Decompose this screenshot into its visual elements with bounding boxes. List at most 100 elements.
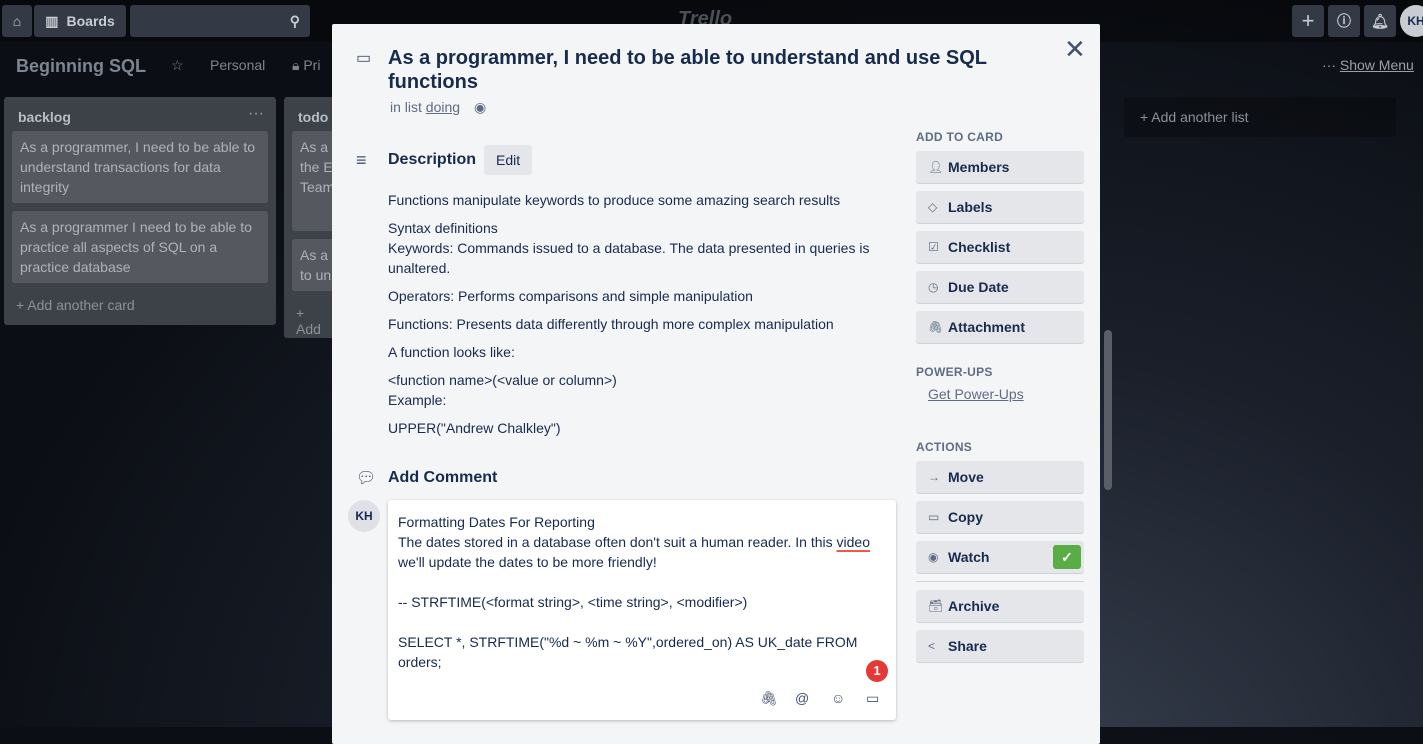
in-list-prefix: in list (390, 99, 422, 115)
home-icon: ⌂ (12, 13, 22, 29)
archive-button[interactable]: 🗃︎ Archive (916, 590, 1084, 622)
button-label: Members (948, 159, 1010, 175)
boards-button[interactable]: ▥ Boards (34, 5, 126, 37)
search-input[interactable]: ⚲ (130, 5, 310, 37)
team-button[interactable]: Personal (210, 57, 265, 73)
card-embed-icon[interactable]: ▭ (866, 688, 879, 708)
edit-description-button[interactable]: Edit (484, 145, 533, 175)
show-menu-button[interactable]: ··· Show Menu (1322, 57, 1414, 73)
plus-icon: + (1301, 8, 1315, 33)
show-menu-label: Show Menu (1339, 57, 1414, 73)
eye-icon: ◉ (928, 550, 939, 564)
actions-heading: ACTIONS (916, 440, 973, 454)
bell-icon: 🔔︎ (1371, 12, 1389, 29)
close-icon[interactable]: ✕ (1064, 34, 1086, 65)
list-backlog: backlog ··· As a programmer, I need to b… (4, 97, 276, 325)
list-card[interactable]: As a programmer, I need to be able to un… (12, 131, 268, 203)
description-paragraph: UPPER("Andrew Chalkley") (388, 420, 561, 436)
comment-input[interactable]: Formatting Dates For Reporting The dates… (388, 500, 896, 720)
card-detail-modal: ▭ As a programmer, I need to be able to … (332, 24, 1100, 744)
checklist-icon: ☑ (928, 240, 939, 254)
button-label: Checklist (948, 239, 1011, 255)
paperclip-icon: 🖇︎ (928, 320, 944, 334)
checklist-button[interactable]: ☑ Checklist (916, 231, 1084, 263)
arrow-right-icon: → (928, 470, 940, 484)
visibility-button[interactable]: 🔒︎ Pri (292, 57, 320, 74)
button-label: Labels (948, 199, 993, 215)
home-button[interactable]: ⌂ (2, 5, 32, 37)
list-card[interactable]: As a the E Team (292, 131, 336, 231)
list-card[interactable]: As a to un (292, 239, 336, 291)
boards-label: Boards (66, 13, 115, 29)
more-icon: ··· (1322, 57, 1340, 73)
description-heading: Description (388, 151, 477, 168)
attachment-button[interactable]: 🖇︎ Attachment (916, 311, 1084, 343)
notification-badge: 1 (866, 660, 888, 682)
due-date-button[interactable]: ◷ Due Date (916, 271, 1084, 303)
list-menu-icon[interactable]: ··· (248, 105, 264, 123)
get-power-ups-link[interactable]: Get Power-Ups (916, 386, 1084, 402)
comment-line: Formatting Dates For Reporting (398, 514, 595, 530)
info-button[interactable]: ⓘ (1328, 5, 1360, 37)
list-card[interactable]: As a programmer I need to be able to pra… (12, 211, 268, 283)
watch-eye-icon: ◉ (473, 99, 487, 115)
button-label: Attachment (948, 319, 1026, 335)
button-label: Due Date (948, 279, 1009, 295)
comment-line: -- STRFTIME(<format string>, <time strin… (398, 594, 748, 610)
in-list-info: in list doing ◉ (390, 99, 486, 116)
divider (916, 581, 1084, 582)
watch-button[interactable]: ◉ Watch ✓ (916, 541, 1084, 573)
avatar[interactable]: KH (1400, 5, 1423, 37)
card-title[interactable]: As a programmer, I need to be able to un… (388, 46, 1028, 94)
list-link[interactable]: doing (426, 99, 460, 115)
attachment-icon[interactable]: 🖇︎ (760, 688, 778, 708)
board-title[interactable]: Beginning SQL (16, 56, 146, 77)
share-button[interactable]: < Share (916, 630, 1084, 662)
button-label: Move (948, 469, 984, 485)
search-icon: ⚲ (289, 12, 300, 29)
clock-icon: ◷ (928, 280, 939, 294)
card-icon: ▭ (928, 510, 940, 524)
comment-line: we'll update the dates to be more friend… (398, 554, 657, 570)
add-list-button[interactable]: + Add another list (1124, 97, 1396, 137)
comment-line: The dates stored in a database often don… (398, 534, 837, 550)
scrollbar[interactable] (1104, 330, 1112, 490)
description-icon: ≡ (356, 150, 367, 170)
comment-line: SELECT *, STRFTIME("%d ~ %m ~ %Y",ordere… (398, 634, 858, 670)
description-text[interactable]: Functions manipulate keywords to produce… (388, 190, 888, 446)
misspelled-word: video (836, 534, 870, 550)
create-button[interactable]: + (1292, 5, 1324, 37)
description-paragraph: Functions: Presents data differently thr… (388, 316, 834, 332)
card-icon: ▭ (356, 50, 372, 67)
person-icon: 👤︎ (928, 160, 944, 174)
emoji-icon[interactable]: ☺ (831, 688, 845, 708)
check-icon: ✓ (1053, 545, 1081, 569)
comment-icon: 💬︎ (356, 470, 377, 487)
label-icon: ◇ (928, 200, 938, 214)
button-label: Copy (948, 509, 983, 525)
copy-button[interactable]: ▭ Copy (916, 501, 1084, 533)
members-button[interactable]: 👤︎ Members (916, 151, 1084, 183)
info-icon: ⓘ (1337, 13, 1351, 29)
description-paragraph: A function looks like: (388, 344, 515, 360)
share-icon: < (928, 639, 936, 653)
description-paragraph: Functions manipulate keywords to produce… (388, 192, 841, 208)
button-label: Archive (948, 598, 1000, 614)
comment-line (398, 572, 886, 592)
mention-icon[interactable]: @ (795, 688, 809, 708)
labels-button[interactable]: ◇ Labels (916, 191, 1084, 223)
move-button[interactable]: → Move (916, 461, 1084, 493)
add-to-card-heading: ADD TO CARD (916, 130, 1004, 144)
description-paragraph: Operators: Performs comparisons and simp… (388, 288, 753, 304)
comment-line (398, 612, 886, 632)
list-title[interactable]: backlog (4, 97, 276, 131)
add-card-button[interactable]: + Add another card (4, 291, 276, 325)
comment-avatar: KH (348, 500, 380, 532)
notifications-button[interactable]: 🔔︎ (1364, 5, 1396, 37)
description-paragraph: <function name>(<value or column>) Examp… (388, 372, 617, 408)
button-label: Share (948, 638, 987, 654)
visibility-label: Pri (303, 57, 321, 73)
add-comment-heading: Add Comment (388, 469, 498, 486)
star-icon[interactable]: ☆ (171, 57, 184, 74)
description-paragraph: Syntax definitions Keywords: Commands is… (388, 220, 870, 276)
